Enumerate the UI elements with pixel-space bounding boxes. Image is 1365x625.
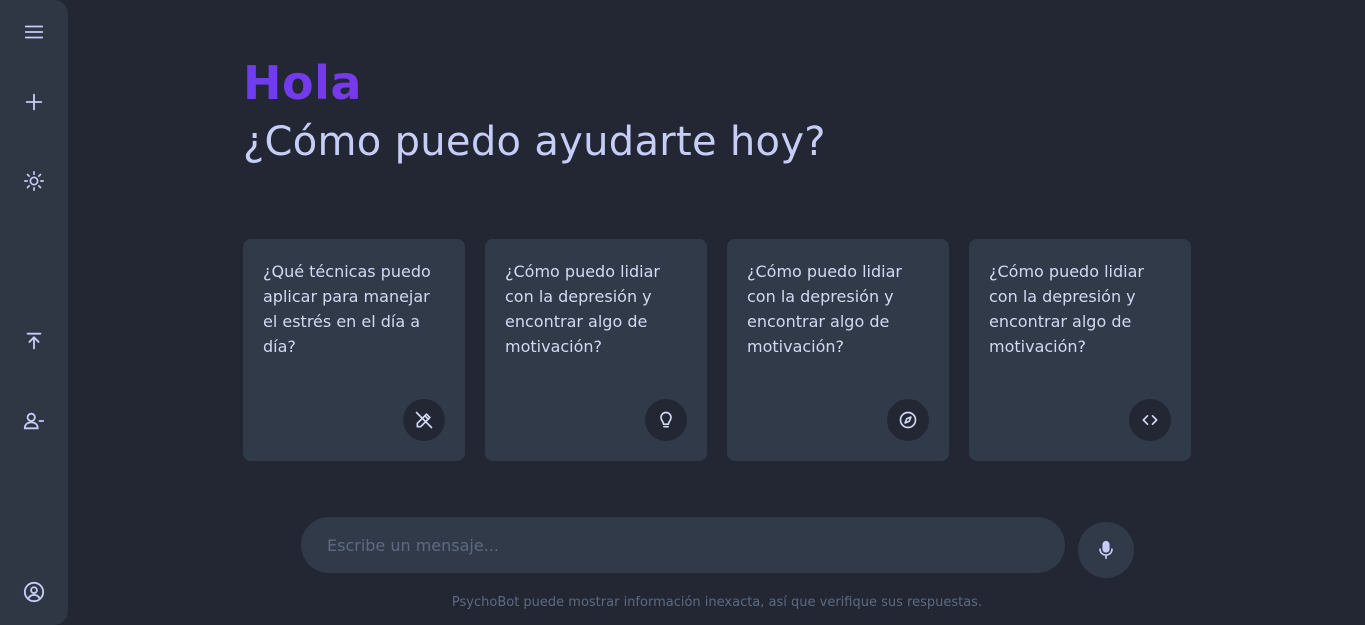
- upload-icon: [26, 332, 42, 350]
- code-icon: [1129, 399, 1171, 441]
- suggestion-card-text: ¿Cómo puedo lidiar con la depresión y en…: [747, 262, 902, 356]
- suggestion-cards: ¿Qué técnicas puedo aplicar para manejar…: [243, 239, 1191, 461]
- menu-button[interactable]: [14, 12, 54, 52]
- suggestion-card-text: ¿Cómo puedo lidiar con la depresión y en…: [989, 262, 1144, 356]
- greeting-subtitle: ¿Cómo puedo ayudarte hoy?: [243, 119, 826, 165]
- theme-toggle-button[interactable]: [14, 161, 54, 201]
- suggestion-card[interactable]: ¿Cómo puedo lidiar con la depresión y en…: [727, 239, 949, 461]
- suggestion-card-text: ¿Qué técnicas puedo aplicar para manejar…: [263, 262, 431, 356]
- suggestion-card[interactable]: ¿Cómo puedo lidiar con la depresión y en…: [485, 239, 707, 461]
- sun-icon: [24, 171, 44, 191]
- microphone-icon: [1099, 540, 1113, 560]
- lightbulb-icon: [645, 399, 687, 441]
- remove-user-button[interactable]: [14, 401, 54, 441]
- new-chat-button[interactable]: [14, 82, 54, 122]
- greeting: Hola ¿Cómo puedo ayudarte hoy?: [243, 56, 826, 166]
- compass-icon: [887, 399, 929, 441]
- voice-input-button[interactable]: [1078, 522, 1134, 578]
- sidebar: [0, 0, 68, 625]
- message-input[interactable]: [325, 534, 1041, 556]
- disclaimer-text: PsychoBot puede mostrar información inex…: [451, 595, 983, 610]
- greeting-title: Hola: [243, 56, 826, 110]
- suggestion-card[interactable]: ¿Cómo puedo lidiar con la depresión y en…: [969, 239, 1191, 461]
- user-minus-icon: [23, 412, 45, 430]
- message-composer: [301, 517, 1065, 573]
- menu-icon: [24, 25, 44, 39]
- app: Hola ¿Cómo puedo ayudarte hoy? ¿Qué técn…: [0, 0, 1365, 625]
- suggestion-card[interactable]: ¿Qué técnicas puedo aplicar para manejar…: [243, 239, 465, 461]
- suggestion-card-text: ¿Cómo puedo lidiar con la depresión y en…: [505, 262, 660, 356]
- upload-button[interactable]: [14, 321, 54, 361]
- pencil-icon: [403, 399, 445, 441]
- plus-icon: [25, 93, 43, 111]
